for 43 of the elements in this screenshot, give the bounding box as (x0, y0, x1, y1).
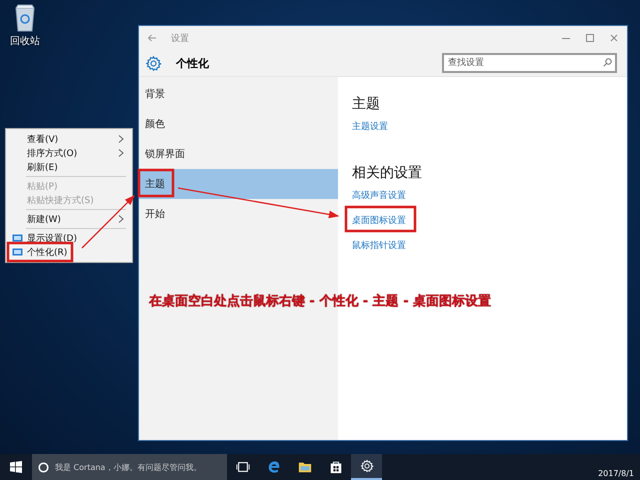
search-field[interactable]: 查找设置 (442, 53, 617, 73)
nav-item[interactable]: 主题 (139, 169, 338, 199)
menu-item[interactable]: 显示设置(D) (6, 231, 132, 245)
search-icon (603, 58, 612, 67)
highlight-frame (344, 206, 416, 232)
search-field[interactable]: 我是 Cortana，小娜。有问题尽管问我。 (32, 454, 227, 480)
section-heading: 相关的设置 (352, 164, 423, 182)
nav-item[interactable]: 锁屏界面 (139, 139, 338, 169)
menu-item[interactable]: 查看(V) (6, 132, 132, 146)
task-view-icon (236, 460, 250, 474)
shopping-bag-icon (328, 460, 342, 474)
menu-item[interactable]: 新建(W) (6, 212, 132, 226)
monitor-icon (12, 248, 23, 256)
nav-item[interactable]: 开始 (139, 199, 338, 229)
gear-icon (360, 459, 374, 473)
instruction-caption: 在桌面空白处点击鼠标右键 - 个性化 - 主题 - 桌面图标设置 (148, 292, 492, 310)
page-title: 个性化 (176, 56, 210, 70)
close-icon[interactable] (609, 33, 619, 43)
settings-link[interactable]: 主题设置 (352, 115, 613, 140)
folder-icon (298, 460, 312, 474)
highlight-frame (6, 242, 74, 262)
back-arrow-icon[interactable] (147, 33, 157, 43)
settings-link[interactable]: 高级声音设置 (352, 184, 613, 209)
clock-date: 2017/8/1 (598, 469, 635, 480)
recycle-bin-icon[interactable] (14, 4, 36, 32)
gear-icon (145, 54, 162, 72)
settings-link[interactable]: 桌面图标设置 (352, 209, 613, 234)
menu-item[interactable]: 个性化(R) (6, 245, 132, 259)
nav-item[interactable]: 背景 (139, 79, 338, 109)
desktop-icon-label: 回收站 (10, 34, 40, 48)
settings-link[interactable]: 鼠标指针设置 (352, 234, 613, 259)
menu-item[interactable]: 刷新(E) (6, 160, 132, 174)
browser-icon (266, 460, 280, 474)
monitor-icon (12, 234, 23, 242)
highlight-frame (138, 168, 174, 198)
taskbar-app[interactable] (351, 454, 382, 480)
pointer-arrow (82, 195, 135, 248)
menu-item[interactable]: 排序方式(O) (6, 146, 132, 160)
windows-logo-icon (10, 461, 22, 473)
maximize-icon[interactable] (585, 33, 595, 43)
window-title: 设置 (171, 32, 190, 44)
nav-item[interactable]: 颜色 (139, 109, 338, 139)
section-heading: 主题 (352, 95, 381, 113)
